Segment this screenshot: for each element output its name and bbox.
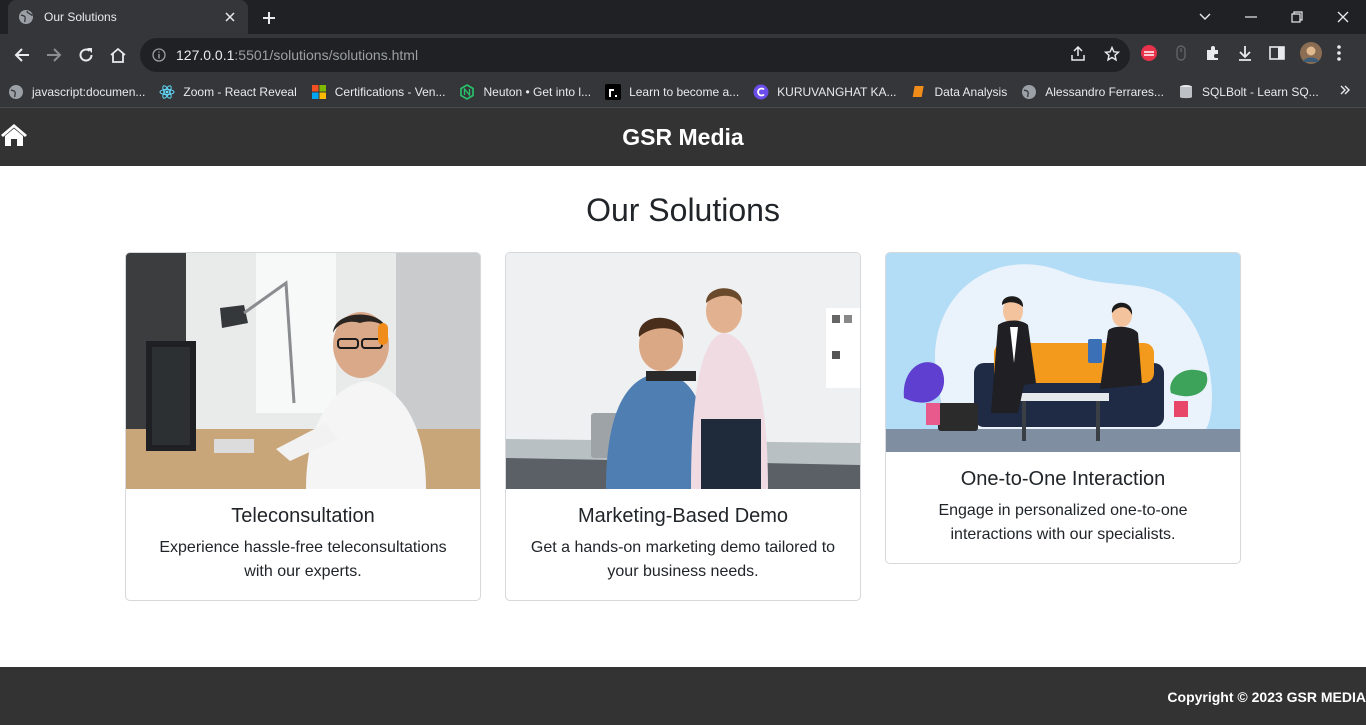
bookmark-label: Neuton • Get into l... [483,84,592,99]
site-info-icon[interactable] [152,48,166,62]
puzzle-icon[interactable] [1204,44,1222,67]
new-tab-icon[interactable] [258,7,280,29]
bookmark-item[interactable]: Data Analysis [911,84,1008,100]
home-link-icon[interactable] [0,123,28,151]
c-icon [753,84,769,100]
bookmark-item[interactable]: Certifications - Ven... [311,84,446,100]
neuton-icon [459,83,475,100]
bookmark-item[interactable]: Alessandro Ferrares... [1021,84,1164,100]
solution-card: Marketing-Based Demo Get a hands-on mark… [505,252,861,601]
restore-icon[interactable] [1274,0,1320,34]
address-bar[interactable]: 127.0.0.1:5501/solutions/solutions.html [140,38,1130,72]
globe-icon [8,84,24,100]
bookmark-item[interactable]: javascript:documen... [8,84,145,100]
tab-title: Our Solutions [44,10,117,24]
card-text: Get a hands-on marketing demo tailored t… [530,539,836,580]
interaction-illustration [886,253,1240,452]
marketing-demo-image [506,253,860,489]
side-panel-icon[interactable] [1268,44,1286,67]
database-icon [1178,84,1194,100]
bookmark-item[interactable]: Zoom - React Reveal [159,84,297,100]
bookmark-label: SQLBolt - Learn SQ... [1201,84,1319,99]
bookmark-label: javascript:documen... [32,84,146,99]
solutions-section: Our Solutions Teleconsultation Experienc… [0,166,1366,667]
bookmark-label: KURUVANGHAT KA... [777,84,897,99]
home-icon[interactable] [102,39,134,71]
back-icon[interactable] [6,39,38,71]
bookmark-item[interactable]: Learn to become a... [605,83,740,100]
solution-card: One-to-One Interaction Engage in persona… [885,252,1241,564]
solution-card: Teleconsultation Experience hassle-free … [125,252,481,601]
menu-icon[interactable] [1336,44,1342,67]
tab-strip: Our Solutions [0,0,1366,34]
card-title: One-to-One Interaction [960,468,1166,490]
page-title: Our Solutions [586,192,780,228]
card-body: One-to-One Interaction Engage in persona… [886,452,1240,563]
bookmark-label: Data Analysis [934,84,1008,99]
bookmark-star-icon[interactable] [1103,45,1121,65]
site-header: GSR Media [0,108,1366,166]
share-icon[interactable] [1070,45,1086,65]
url-path: :5501/solutions/solutions.html [234,47,419,63]
microsoft-icon [311,84,327,100]
close-tab-icon[interactable] [222,9,238,25]
card-title: Teleconsultation [231,505,375,527]
site-footer: Copyright © 2023 GSR MEDIA [0,667,1366,725]
card-body: Teleconsultation Experience hassle-free … [126,489,480,600]
minimize-icon[interactable] [1228,0,1274,34]
bookmark-item[interactable]: SQLBolt - Learn SQ... [1178,84,1319,100]
brand-title: GSR Media [622,123,744,150]
bookmark-item[interactable]: KURUVANGHAT KA... [753,84,897,100]
extension-red-icon[interactable] [1140,44,1158,67]
bookmark-label: Learn to become a... [629,84,740,99]
card-title: Marketing-Based Demo [577,505,789,527]
bookmark-item[interactable]: Neuton • Get into l... [459,83,592,100]
browser-tab[interactable]: Our Solutions [8,0,248,34]
extension-mouse-icon[interactable] [1172,44,1190,67]
close-window-icon[interactable] [1320,0,1366,34]
browser-chrome: Our Solutions 127.0.0.1:5501/solutions/… [0,0,1366,108]
globe-icon [18,9,34,25]
globe-icon [1021,84,1037,100]
download-icon[interactable] [1236,44,1254,67]
r-icon [605,83,622,100]
bookmark-label: Alessandro Ferrares... [1045,84,1164,99]
book-icon [911,84,927,100]
reload-icon[interactable] [70,39,102,71]
card-text: Engage in personalized one-to-one intera… [938,502,1188,543]
card-body: Marketing-Based Demo Get a hands-on mark… [506,489,860,600]
forward-icon[interactable] [38,39,70,71]
tab-search-icon[interactable] [1182,0,1228,34]
extensions-area [1140,42,1342,69]
more-bookmarks-icon[interactable] [1340,82,1350,100]
url-host: 127.0.0.1 [176,47,235,63]
copyright-text: Copyright © 2023 GSR MEDIA [1167,689,1366,705]
react-icon [159,84,175,100]
teleconsultation-image [126,253,480,489]
bookmark-label: Zoom - React Reveal [183,84,297,99]
profile-avatar[interactable] [1300,42,1322,69]
bookmarks-bar: javascript:documen... Zoom - React Revea… [0,76,1366,108]
card-text: Experience hassle-free teleconsultations… [159,539,447,580]
browser-toolbar: 127.0.0.1:5501/solutions/solutions.html [0,34,1366,76]
bookmark-label: Certifications - Ven... [334,84,446,99]
